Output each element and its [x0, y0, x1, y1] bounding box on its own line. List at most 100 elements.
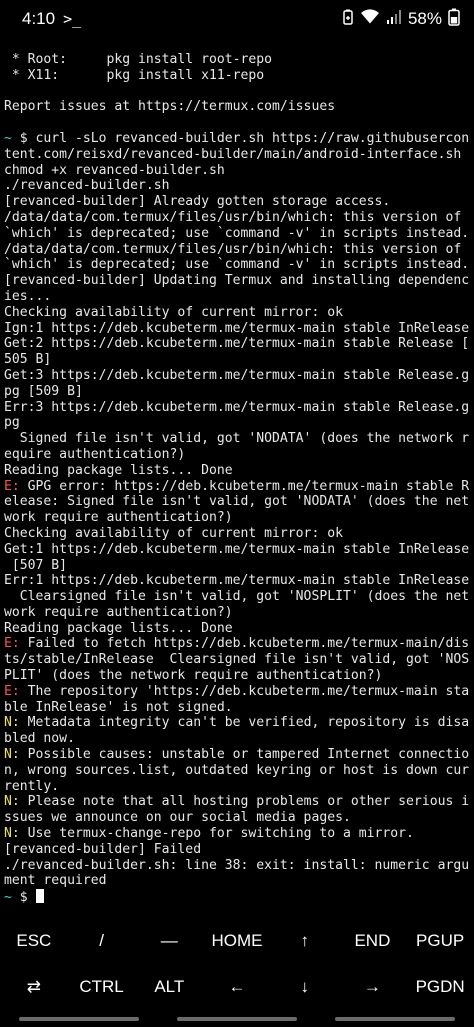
line-text: chmod +x revanced-builder.sh — [4, 162, 225, 178]
terminal-line: Get:3 https://deb.kcubeterm.me/termux-ma… — [4, 368, 470, 384]
nav-recents-indicator[interactable] — [19, 1016, 139, 1021]
terminal-line: PLIT' (does the network require authenti… — [4, 668, 470, 684]
line-text: Get:3 https://deb.kcubeterm.me/termux-ma… — [4, 367, 470, 383]
terminal-line: chmod +x revanced-builder.sh — [4, 163, 470, 179]
terminal-line: Get:1 https://deb.kcubeterm.me/termux-ma… — [4, 542, 470, 558]
line-text: Failed to fetch https://deb.kcubeterm.me… — [19, 636, 470, 652]
line-prefix: ~ — [4, 130, 12, 146]
terminal-line: ./revanced-builder.sh — [4, 178, 470, 194]
line-text: ble InRelease' is not signed. — [4, 699, 233, 715]
terminal-line: /data/data/com.termux/files/usr/bin/whic… — [4, 210, 470, 226]
extra-keys-bar: ESC / — HOME ↑ END PGUP ⇄ CTRL ALT ← ↓ → PGDN — [0, 918, 474, 1010]
terminal-line: [507 B] — [4, 558, 470, 574]
terminal-line: Signed file isn't valid, got 'NODATA' (d… — [4, 431, 470, 447]
line-text: ./revanced-builder.sh — [4, 178, 170, 194]
terminal-line: `which' is deprecated; use `command -v' … — [4, 257, 470, 273]
terminal-line: * X11: pkg install x11-repo — [4, 68, 470, 84]
line-text: equire authentication?) — [4, 446, 186, 462]
battery-percent: 58% — [407, 9, 442, 28]
line-prefix: E: — [4, 683, 20, 699]
line-text: bled now. — [4, 731, 75, 747]
line-text: [revanced-builder] Updating Termux and i… — [4, 273, 470, 289]
line-text: work require authentication?) — [4, 510, 233, 526]
line-text: ts/stable/InRelease Clearsigned file isn… — [4, 652, 470, 668]
terminal-output[interactable]: * Root: pkg install root-repo * X11: pkg… — [4, 52, 470, 908]
line-text: tent.com/reisxd/revanced-builder/main/an… — [4, 146, 462, 162]
tab-key[interactable]: ⇄ — [0, 964, 68, 1010]
terminal-line: Err:1 https://deb.kcubeterm.me/termux-ma… — [4, 573, 470, 589]
line-text: pg — [4, 415, 20, 431]
line-text: PLIT' (does the network require authenti… — [4, 668, 383, 684]
terminal-line: bled now. — [4, 731, 470, 747]
terminal-line: ment required — [4, 873, 470, 889]
line-text: ssues we announce on our social media pa… — [4, 810, 351, 826]
line-text: `which' is deprecated; use `command -v' … — [4, 257, 470, 273]
line-text: /data/data/com.termux/files/usr/bin/whic… — [4, 209, 462, 225]
terminal-line: ble InRelease' is not signed. — [4, 700, 470, 716]
line-text: * X11: pkg install x11-repo — [4, 67, 265, 83]
terminal-line: work require authentication?) — [4, 510, 470, 526]
terminal-line: work require authentication?) — [4, 605, 470, 621]
line-prefix: N: — [4, 747, 20, 763]
nav-back-indicator[interactable] — [335, 1016, 455, 1021]
line-prefix: N: — [4, 715, 20, 731]
terminal-line: rently. — [4, 779, 470, 795]
arrow-down-key[interactable]: ↓ — [271, 964, 339, 1010]
terminal-line: Reading package lists... Done — [4, 621, 470, 637]
nav-home-indicator[interactable] — [177, 1016, 297, 1021]
terminal-line: n, wrong sources.list, outdated keyring … — [4, 763, 470, 779]
line-prefix: N: — [4, 794, 20, 810]
wifi-icon — [360, 8, 380, 30]
terminal-line: N: Please note that all hosting problems… — [4, 794, 470, 810]
arrow-right-key[interactable]: → — [339, 964, 407, 1010]
arrow-up-key[interactable]: ↑ — [271, 918, 339, 964]
terminal-line: Clearsigned file isn't valid, got 'NOSPL… — [4, 589, 470, 605]
end-key[interactable]: END — [339, 918, 407, 964]
line-text: Checking availability of current mirror:… — [4, 304, 343, 320]
line-prefix: E: — [4, 478, 20, 494]
terminal-line: Report issues at https://termux.com/issu… — [4, 99, 470, 115]
line-text: Please note that all hosting problems or… — [19, 794, 470, 810]
line-text: n, wrong sources.list, outdated keyring … — [4, 762, 470, 778]
terminal-line: Checking availability of current mirror:… — [4, 305, 470, 321]
line-text: [revanced-builder] Failed — [4, 841, 202, 857]
line-text: Get:2 https://deb.kcubeterm.me/termux-ma… — [4, 336, 470, 352]
terminal-line: [revanced-builder] Already gotten storag… — [4, 194, 470, 210]
terminal-line: Get:2 https://deb.kcubeterm.me/termux-ma… — [4, 336, 470, 352]
line-text: Metadata integrity can't be verified, re… — [19, 715, 470, 731]
esc-key[interactable]: ESC — [0, 918, 68, 964]
navigation-bar — [0, 1010, 474, 1027]
slash-key[interactable]: / — [68, 918, 136, 964]
terminal-line: N: Metadata integrity can't be verified,… — [4, 715, 470, 731]
line-prefix: N: — [4, 826, 20, 842]
line-text: GPG error: https://deb.kcubeterm.me/term… — [19, 478, 470, 494]
line-text: $ — [11, 890, 36, 906]
ctrl-key[interactable]: CTRL — [68, 964, 136, 1010]
line-text: * Root: pkg install root-repo — [4, 52, 273, 67]
terminal-line: ssues we announce on our social media pa… — [4, 810, 470, 826]
terminal-line: * Root: pkg install root-repo — [4, 52, 470, 68]
line-text: Get:1 https://deb.kcubeterm.me/termux-ma… — [4, 541, 470, 557]
terminal-line: /data/data/com.termux/files/usr/bin/whic… — [4, 242, 470, 258]
dash-key[interactable]: — — [135, 918, 203, 964]
terminal-line: Err:3 https://deb.kcubeterm.me/termux-ma… — [4, 400, 470, 416]
terminal-line: ./revanced-builder.sh: line 38: exit: in… — [4, 858, 470, 874]
terminal-line: ts/stable/InRelease Clearsigned file isn… — [4, 652, 470, 668]
terminal-line: [revanced-builder] Updating Termux and i… — [4, 273, 470, 289]
pgdn-key[interactable]: PGDN — [406, 964, 474, 1010]
line-text: $ curl -sLo revanced-builder.sh https://… — [11, 130, 470, 146]
home-key[interactable]: HOME — [203, 918, 271, 964]
line-text: Err:3 https://deb.kcubeterm.me/termux-ma… — [4, 399, 470, 415]
terminal-line: ~ $ — [4, 889, 470, 905]
line-text: Checking availability of current mirror:… — [4, 525, 343, 541]
line-text: The repository 'https://deb.kcubeterm.me… — [19, 683, 470, 699]
line-prefix: ~ — [4, 890, 12, 906]
line-text: ./revanced-builder.sh: line 38: exit: in… — [4, 857, 470, 873]
pgup-key[interactable]: PGUP — [406, 918, 474, 964]
alt-key[interactable]: ALT — [135, 964, 203, 1010]
terminal-line: N: Use termux-change-repo for switching … — [4, 826, 470, 842]
terminal-line: ies... — [4, 289, 470, 305]
arrow-left-key[interactable]: ← — [203, 964, 271, 1010]
line-text: [507 B] — [4, 557, 68, 573]
